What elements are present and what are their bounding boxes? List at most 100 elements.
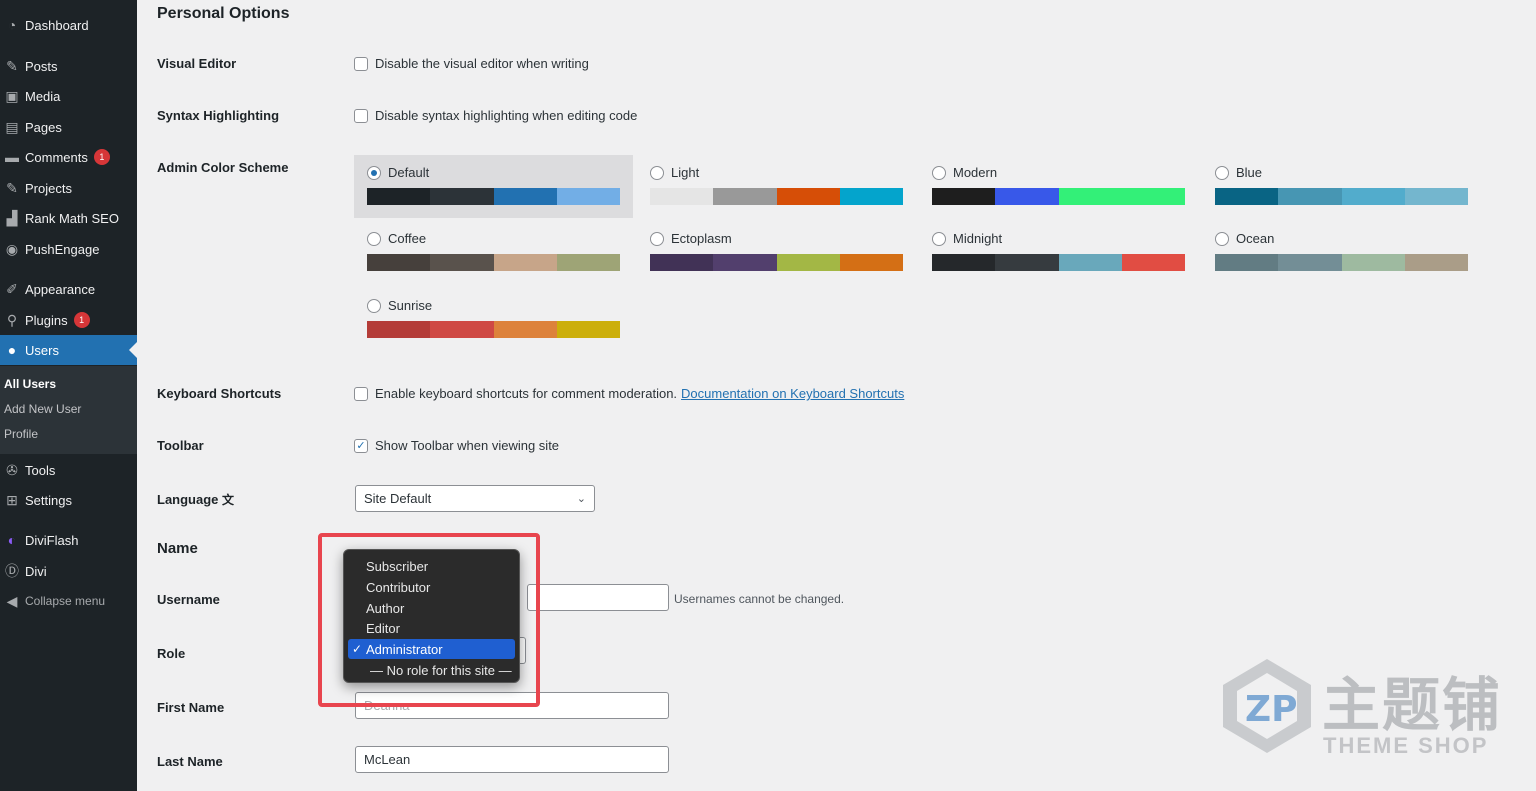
menu-appearance[interactable]: ✐ Appearance [0, 274, 137, 304]
color-scheme-radio[interactable] [367, 165, 381, 180]
toolbar-option[interactable]: ✓ Show Toolbar when viewing site [354, 438, 559, 453]
role-option-administrator[interactable]: ✓ Administrator [348, 639, 515, 659]
color-scheme-blue[interactable]: Blue [1202, 155, 1481, 218]
color-scheme-option[interactable]: Ectoplasm [650, 231, 732, 246]
users-submenu: All Users Add New User Profile [0, 366, 137, 454]
wrench-icon: ✇ [6, 461, 18, 478]
svg-text:ZP: ZP [1245, 689, 1298, 730]
color-swatch [995, 188, 1059, 205]
menu-pushengage[interactable]: ◉ PushEngage [0, 234, 137, 264]
menu-media[interactable]: ▣ Media [0, 81, 137, 111]
color-scheme-option[interactable]: Midnight [932, 231, 1002, 246]
username-field[interactable] [527, 584, 669, 611]
menu-posts[interactable]: ✎ Posts [0, 51, 137, 81]
syntax-highlighting-label: Syntax Highlighting [157, 108, 280, 123]
color-scheme-radio[interactable] [650, 231, 664, 246]
main-content: Personal Options Visual Editor Disable t… [137, 0, 1536, 791]
menu-settings[interactable]: ⊞ Settings [0, 485, 137, 515]
color-scheme-radio[interactable] [932, 231, 946, 246]
pages-icon: ▤ [5, 118, 19, 135]
color-scheme-name: Blue [1236, 165, 1263, 180]
menu-projects[interactable]: ✎ Projects [0, 173, 137, 203]
syntax-highlighting-checkbox[interactable] [354, 108, 368, 123]
color-swatch [367, 321, 431, 338]
color-scheme-ectoplasm[interactable]: Ectoplasm [637, 221, 916, 284]
color-swatch [713, 188, 777, 205]
visual-editor-option[interactable]: Disable the visual editor when writing [354, 56, 589, 71]
last-name-label: Last Name [157, 754, 223, 769]
keyboard-shortcuts-option[interactable]: Enable keyboard shortcuts for comment mo… [354, 386, 904, 401]
role-option-none[interactable]: — No role for this site — [348, 660, 515, 680]
color-swatches [650, 188, 903, 205]
color-scheme-option[interactable]: Modern [932, 165, 997, 180]
color-scheme-modern[interactable]: Modern [919, 155, 1198, 218]
watermark-english-text: THEME SHOP [1323, 733, 1489, 758]
menu-plugins[interactable]: ⚲ Plugins 1 [0, 305, 137, 335]
color-scheme-default[interactable]: Default [354, 155, 633, 218]
collapse-menu-button[interactable]: ◀ Collapse menu [0, 586, 137, 616]
color-scheme-option[interactable]: Ocean [1215, 231, 1274, 246]
radio-selected-dot [371, 169, 377, 176]
color-swatch [650, 254, 714, 271]
toolbar-label: Toolbar [157, 438, 204, 453]
divi-icon: Ⓓ [5, 563, 19, 579]
color-scheme-radio[interactable] [367, 231, 381, 246]
keyboard-shortcuts-checkbox[interactable] [354, 386, 368, 401]
color-scheme-option[interactable]: Light [650, 165, 699, 180]
color-scheme-radio[interactable] [1215, 165, 1229, 180]
menu-rank-math-seo[interactable]: ▟ Rank Math SEO [0, 203, 137, 233]
color-scheme-sunrise[interactable]: Sunrise [354, 288, 633, 351]
color-scheme-light[interactable]: Light [637, 155, 916, 218]
toolbar-checkbox[interactable]: ✓ [354, 438, 368, 453]
color-scheme-option[interactable]: Blue [1215, 165, 1262, 180]
visual-editor-checkbox[interactable] [354, 56, 368, 71]
submenu-all-users[interactable]: All Users [4, 377, 56, 391]
last-name-field[interactable]: McLean [355, 746, 669, 773]
comments-count-badge: 1 [93, 149, 110, 165]
role-option-editor[interactable]: Editor [348, 618, 515, 638]
color-swatch [1215, 188, 1279, 205]
color-scheme-option[interactable]: Default [367, 165, 429, 180]
role-option-subscriber[interactable]: Subscriber [348, 556, 515, 576]
syntax-highlighting-option[interactable]: Disable syntax highlighting when editing… [354, 108, 637, 123]
language-select[interactable]: Site Default ⌄ [355, 485, 595, 512]
menu-comments[interactable]: ▬ Comments 1 [0, 142, 137, 172]
color-swatch [556, 254, 620, 271]
color-swatch [713, 254, 777, 271]
color-scheme-option[interactable]: Coffee [367, 231, 426, 246]
color-scheme-radio[interactable] [650, 165, 664, 180]
color-swatch [493, 188, 557, 205]
menu-pages[interactable]: ▤ Pages [0, 112, 137, 142]
color-swatch [430, 254, 494, 271]
menu-tools[interactable]: ✇ Tools [0, 455, 137, 485]
color-swatch [1058, 188, 1122, 205]
submenu-add-new-user[interactable]: Add New User [4, 402, 81, 416]
color-scheme-name: Coffee [388, 231, 427, 246]
color-scheme-radio[interactable] [932, 165, 946, 180]
color-scheme-radio[interactable] [367, 298, 381, 313]
color-scheme-ocean[interactable]: Ocean [1202, 221, 1481, 284]
color-swatches [1215, 188, 1468, 205]
submenu-profile[interactable]: Profile [4, 427, 38, 441]
menu-users[interactable]: ● Users [0, 335, 137, 365]
diviflash-icon: ◐ [7, 532, 17, 548]
color-scheme-option[interactable]: Sunrise [367, 298, 432, 313]
role-option-author[interactable]: Author [348, 598, 515, 618]
color-scheme-midnight[interactable]: Midnight [919, 221, 1198, 284]
menu-diviflash[interactable]: ◐ DiviFlash [0, 525, 137, 555]
color-swatches [932, 254, 1185, 271]
color-scheme-coffee[interactable]: Coffee [354, 221, 633, 284]
role-option-contributor[interactable]: Contributor [348, 577, 515, 597]
color-scheme-name: Midnight [953, 231, 1003, 246]
admin-color-scheme-label: Admin Color Scheme [157, 160, 289, 175]
language-label: Language 文 [157, 492, 235, 507]
menu-dashboard[interactable]: ◔ Dashboard [0, 10, 137, 40]
color-swatch [556, 321, 620, 338]
media-icon: ▣ [5, 87, 19, 104]
color-swatch [1121, 188, 1185, 205]
keyboard-shortcuts-docs-link[interactable]: Documentation on Keyboard Shortcuts [681, 386, 904, 401]
color-swatch [430, 321, 494, 338]
menu-divi[interactable]: Ⓓ Divi [0, 556, 137, 586]
color-scheme-radio[interactable] [1215, 231, 1229, 246]
color-scheme-name: Default [388, 165, 430, 180]
